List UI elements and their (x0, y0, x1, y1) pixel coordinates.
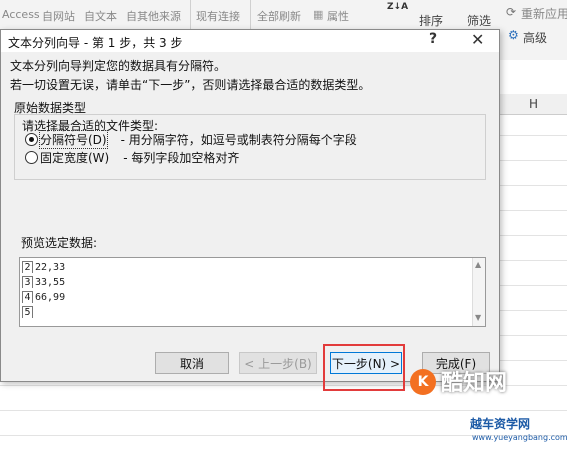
ribbon-properties-icon: ▦ (313, 8, 324, 21)
sort-za-icon[interactable]: Z↓A (387, 2, 408, 12)
ribbon-separator (250, 0, 251, 32)
preview-row-text: 33,55 (35, 277, 66, 288)
help-icon[interactable]: ? (429, 31, 437, 47)
ribbon-filter[interactable]: 筛选 (467, 12, 491, 29)
preview-scrollbar[interactable]: ▲ ▼ (472, 258, 485, 326)
preview-row-number: 3 (22, 276, 33, 288)
preview-row: 2 22,33 (22, 261, 65, 275)
cancel-button[interactable]: 取消 (155, 352, 229, 374)
delimited-label[interactable]: 分隔符号(D) (39, 130, 108, 149)
ribbon-from-web[interactable]: 自网站 (42, 8, 75, 24)
close-icon[interactable]: ✕ (471, 30, 484, 49)
intro-text-2: 若一切设置无误，请单击“下一步”，否则请选择最合适的数据类型。 (10, 78, 371, 92)
advanced-icon: ⚙ (508, 28, 519, 42)
column-header-h[interactable]: H (498, 94, 567, 115)
ribbon-existing-connections[interactable]: 现有连接 (196, 8, 240, 24)
preview-row: 5 (22, 306, 35, 320)
ribbon-from-text[interactable]: 自文本 (84, 8, 117, 24)
preview-label: 预览选定数据: (21, 236, 98, 250)
preview-row-number: 5 (22, 306, 33, 318)
back-button[interactable]: < 上一步(B) (239, 352, 317, 374)
radio-button[interactable] (25, 151, 38, 164)
ribbon-access[interactable]: Access (2, 8, 40, 21)
fixed-width-label[interactable]: 固定宽度(W) (40, 149, 109, 166)
radio-button-selected[interactable] (25, 133, 38, 146)
preview-row: 3 33,55 (22, 276, 65, 290)
scroll-down-icon[interactable]: ▼ (475, 313, 481, 322)
watermark-logo-icon: K (410, 369, 436, 395)
watermark-brand: 越车资学网 (470, 417, 531, 431)
ribbon-from-other[interactable]: 自其他来源 (126, 8, 181, 24)
scroll-up-icon[interactable]: ▲ (475, 260, 481, 269)
intro-text-1: 文本分列向导判定您的数据具有分隔符。 (10, 59, 227, 73)
reapply-icon: ⟳ (506, 5, 517, 19)
ribbon-separator (190, 0, 191, 32)
text-import-wizard-dialog: 文本分列向导 - 第 1 步，共 3 步 ? ✕ 文本分列向导判定您的数据具有分… (0, 29, 500, 382)
preview-row-number: 2 (22, 261, 33, 273)
preview-row-number: 4 (22, 291, 33, 303)
ribbon-reapply[interactable]: 重新应用 (521, 5, 567, 22)
watermark: K 酷知网 越车资学网 www.yueyangbang.com (398, 355, 567, 450)
ribbon-refresh-all[interactable]: 全部刷新 (257, 8, 301, 24)
preview-row: 4 66,99 (22, 291, 65, 305)
column-h-label: H (528, 97, 539, 111)
watermark-url: www.yueyangbang.com (472, 433, 567, 442)
radio-delimited[interactable]: 分隔符号(D) - 用分隔字符，如逗号或制表符分隔每个字段 (25, 130, 357, 149)
preview-row-text: 22,33 (35, 262, 66, 273)
ribbon-advanced[interactable]: 高级 (523, 29, 547, 46)
watermark-text: 酷知网 (441, 371, 508, 396)
ribbon-properties[interactable]: 属性 (327, 8, 349, 24)
next-button-highlight (323, 344, 405, 391)
preview-row-text: 66,99 (35, 292, 66, 303)
fixed-width-description: - 每列字段加空格对齐 (123, 151, 240, 165)
ribbon-sort[interactable]: 排序 (419, 12, 443, 29)
radio-fixed-width[interactable]: 固定宽度(W) - 每列字段加空格对齐 (25, 149, 239, 165)
dialog-title: 文本分列向导 - 第 1 步，共 3 步 (8, 36, 183, 50)
delimited-description: - 用分隔字符，如逗号或制表符分隔每个字段 (120, 133, 357, 147)
dialog-titlebar[interactable]: 文本分列向导 - 第 1 步，共 3 步 ? ✕ (1, 30, 499, 52)
data-preview-box[interactable]: 2 22,33 3 33,55 4 66,99 5 ▲ ▼ (19, 257, 486, 327)
